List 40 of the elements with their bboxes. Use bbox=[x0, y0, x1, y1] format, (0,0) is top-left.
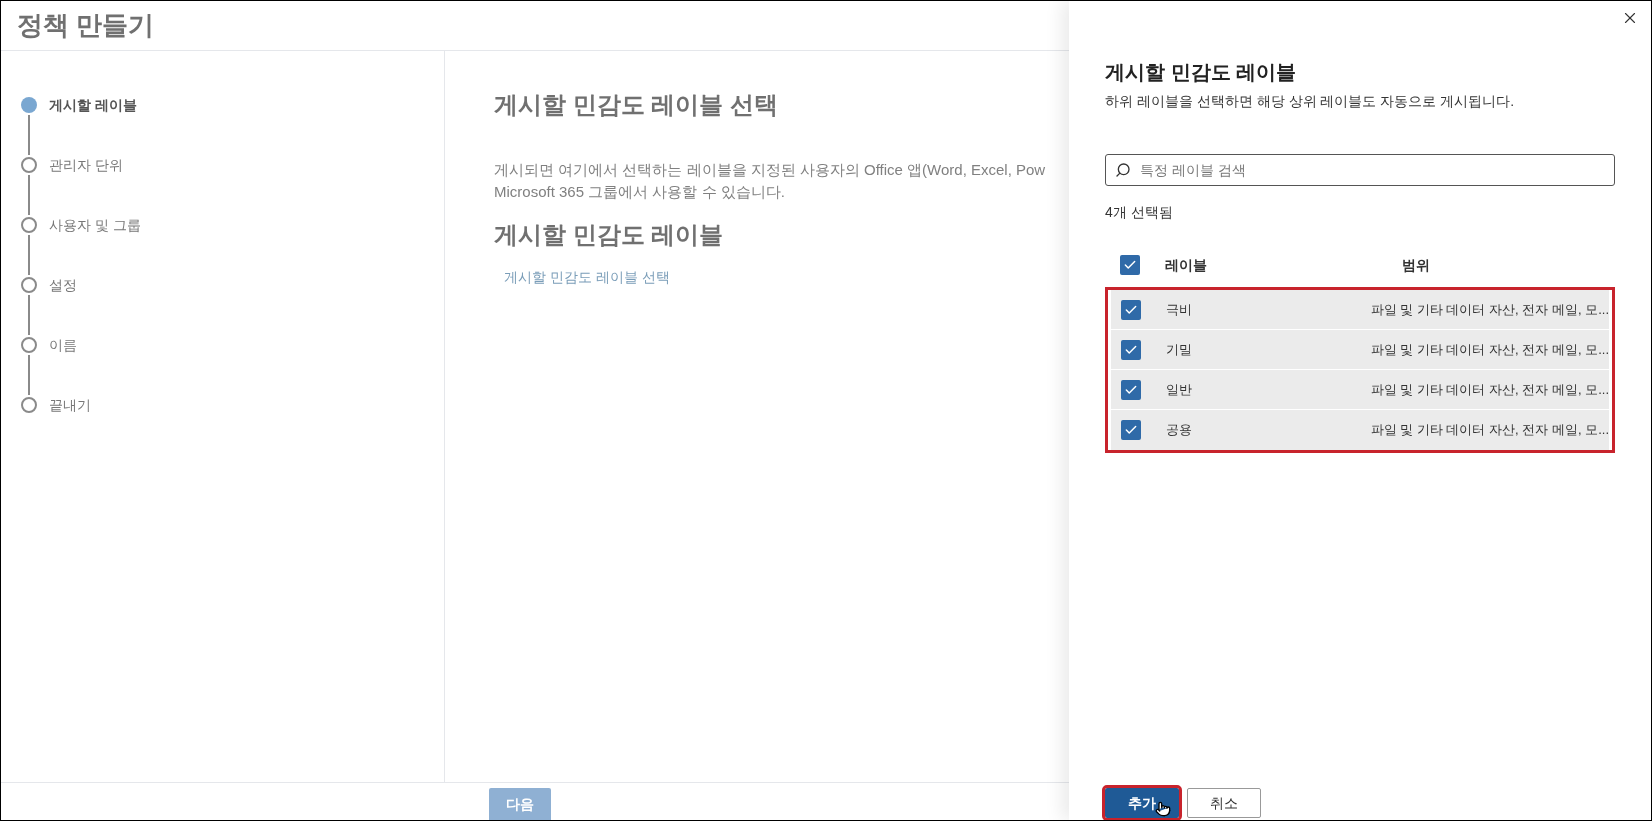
table-cell-text: 극비 bbox=[1166, 300, 1193, 319]
section-heading: 게시할 민감도 레이블 bbox=[494, 220, 725, 250]
description-text: Microsoft 365 그룹에서 사용할 수 있습니다. bbox=[494, 182, 786, 202]
search-icon bbox=[1115, 162, 1131, 178]
check-icon bbox=[1123, 258, 1137, 272]
checkbox[interactable] bbox=[1121, 339, 1141, 360]
panel-subtitle: 하위 레이블을 선택하면 해당 상위 레이블도 자동으로 게시됩니다. bbox=[1105, 92, 1516, 111]
page-title: 정책 만들기 bbox=[17, 9, 155, 42]
add-button[interactable]: 추가 bbox=[1105, 788, 1179, 818]
step-label[interactable]: 이름 bbox=[49, 334, 77, 356]
step-label[interactable]: 관리자 단위 bbox=[49, 154, 123, 176]
checkbox[interactable] bbox=[1121, 299, 1141, 320]
table-cell-text: 기밀 bbox=[1166, 340, 1193, 359]
step-label[interactable]: 사용자 및 그룹 bbox=[49, 214, 141, 236]
table-cell-text: 파일 및 기타 데이터 자산, 전자 메일, 모... bbox=[1370, 340, 1609, 359]
column-header: 레이블 bbox=[1165, 255, 1208, 275]
table-row[interactable]: 공용 파일 및 기타 데이터 자산, 전자 메일, 모... bbox=[1111, 410, 1609, 450]
table-cell-text: 공용 bbox=[1166, 421, 1193, 440]
step-label[interactable]: 게시할 레이블 bbox=[49, 94, 137, 116]
checkbox[interactable] bbox=[1120, 255, 1140, 275]
column-header: 범위 bbox=[1402, 255, 1430, 275]
panel-title: 게시할 민감도 레이블 bbox=[1105, 60, 1298, 85]
description-text: 게시되면 여기에서 선택하는 레이블을 지정된 사용자의 Office 앱(Word, Excel, Pow bbox=[494, 160, 1047, 180]
checkbox[interactable] bbox=[1121, 420, 1141, 440]
selected-count: 4개 선택됨 bbox=[1105, 203, 1174, 222]
cancel-button[interactable]: 취소 bbox=[1187, 788, 1261, 818]
check-icon bbox=[1124, 423, 1138, 437]
table-row[interactable]: 극비 파일 및 기타 데이터 자산, 전자 메일, 모... bbox=[1111, 290, 1609, 330]
table-cell-text: 파일 및 기타 데이터 자산, 전자 메일, 모... bbox=[1370, 380, 1609, 399]
checkbox[interactable] bbox=[1121, 379, 1141, 400]
table-row[interactable]: 기밀 파일 및 기타 데이터 자산, 전자 메일, 모... bbox=[1111, 330, 1609, 370]
step-label[interactable]: 설정 bbox=[49, 274, 77, 296]
step-label[interactable]: 끝내기 bbox=[49, 394, 91, 416]
table-cell-text: 파일 및 기타 데이터 자산, 전자 메일, 모... bbox=[1370, 300, 1609, 319]
table-cell-text: 파일 및 기타 데이터 자산, 전자 메일, 모... bbox=[1370, 421, 1609, 440]
section-heading: 게시할 민감도 레이블 선택 bbox=[494, 90, 779, 120]
search-field[interactable]: 특정 레이블 검색 bbox=[1105, 154, 1615, 186]
table-row[interactable]: 일반 파일 및 기타 데이터 자산, 전자 메일, 모... bbox=[1111, 370, 1609, 410]
table-cell-text: 일반 bbox=[1166, 380, 1193, 399]
hand-cursor-icon bbox=[1155, 800, 1171, 818]
